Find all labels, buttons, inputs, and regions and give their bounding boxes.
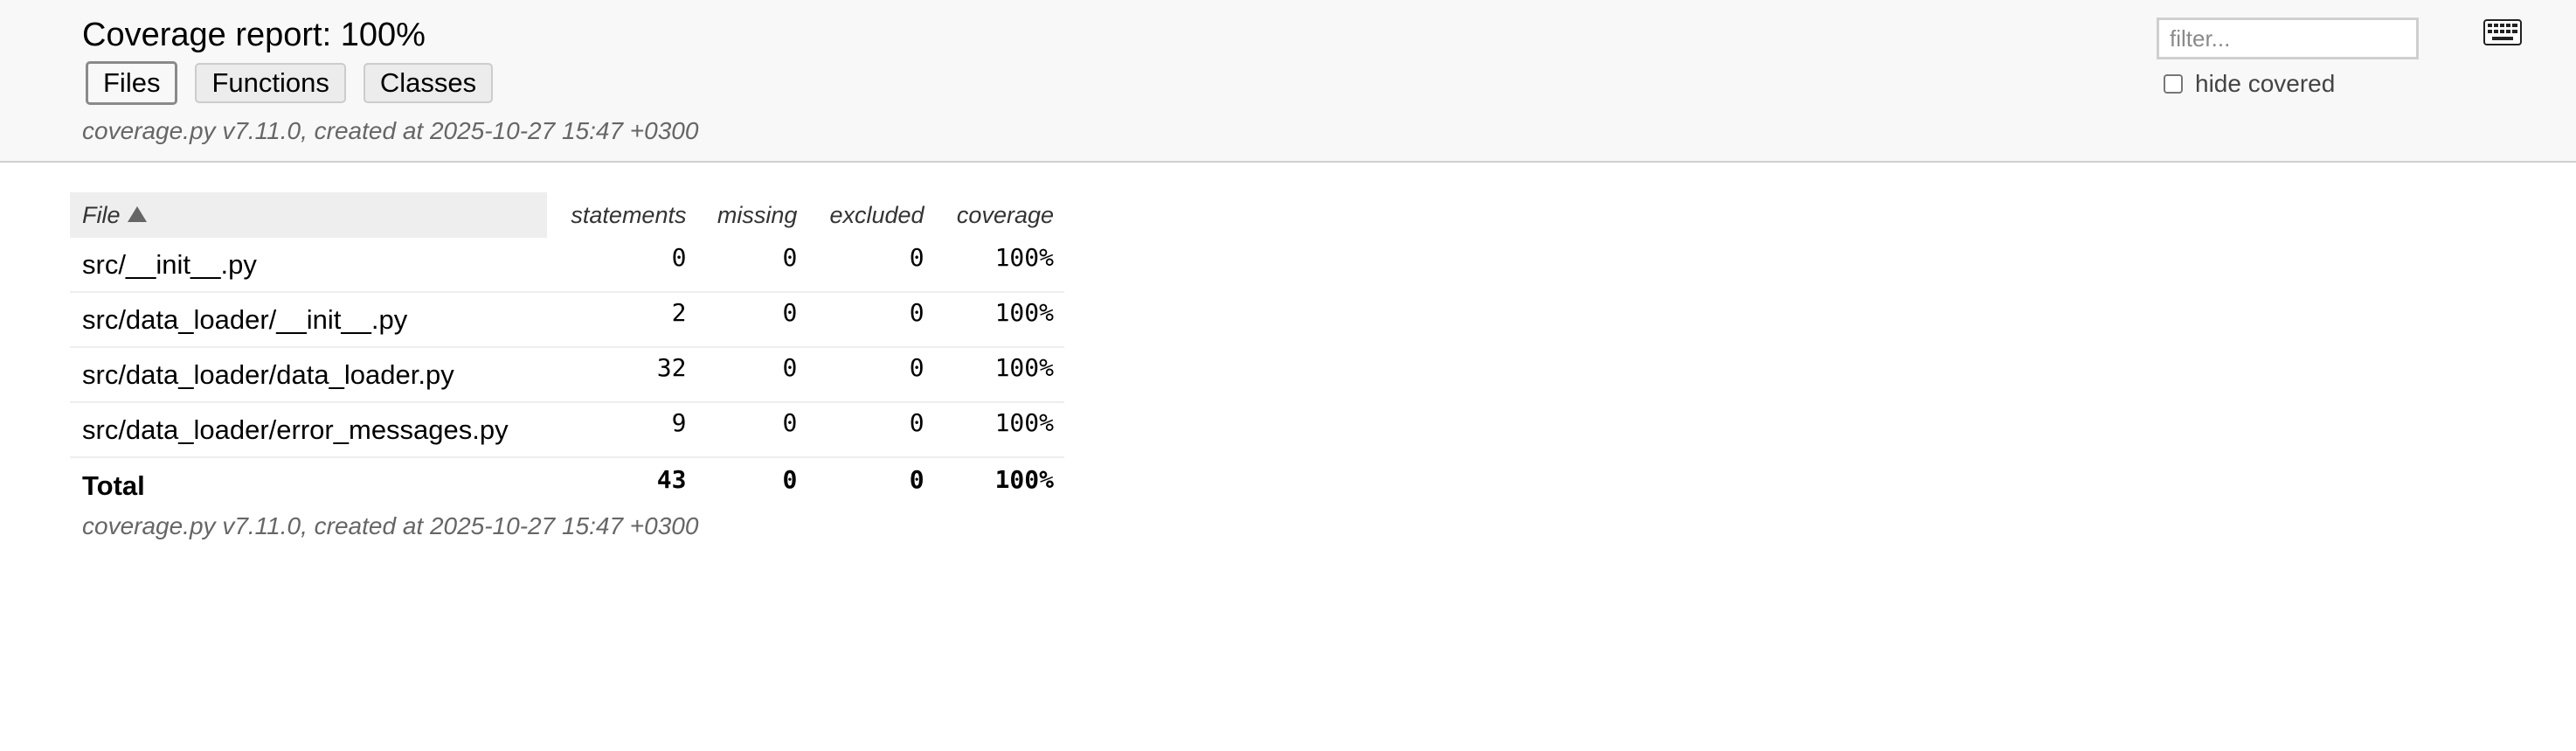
total-missing: 0: [782, 465, 798, 494]
excluded-cell: 0: [807, 238, 935, 293]
keyboard-icon[interactable]: [2483, 19, 2522, 45]
column-header-coverage[interactable]: coverage: [935, 192, 1064, 238]
file-link[interactable]: src/data_loader/data_loader.py: [70, 347, 547, 403]
column-header-file[interactable]: File: [70, 192, 547, 238]
total-row: Total 43 0 0 100%: [70, 457, 1064, 514]
sort-ascending-icon: [127, 206, 147, 223]
total-coverage: 100%: [994, 465, 1054, 494]
hide-covered-label: hide covered: [2195, 70, 2336, 97]
column-header-excluded[interactable]: excluded: [807, 192, 934, 238]
excluded-cell: 0: [807, 402, 935, 458]
column-header-missing[interactable]: missing: [696, 192, 807, 238]
header-meta-text: coverage.py v7.11.0, created at 2025-10-…: [82, 117, 699, 144]
coverage-cell: 100%: [934, 347, 1064, 403]
excluded-cell: 0: [807, 347, 935, 403]
table-row: src/data_loader/error_messages.py 9 0 0 …: [70, 402, 1064, 458]
view-tabs: Files Functions Classes: [86, 61, 494, 105]
table-header-row: File statements missing excluded coverag…: [70, 192, 1064, 238]
excluded-cell: 0: [807, 292, 935, 348]
table-row: src/__init__.py 0 0 0 100%: [70, 238, 1064, 293]
missing-cell: 0: [696, 292, 808, 348]
filter-input[interactable]: [2157, 17, 2419, 59]
coverage-cell: 100%: [934, 238, 1064, 293]
statements-cell: 2: [547, 292, 697, 348]
statements-cell: 32: [547, 347, 697, 403]
tab-files[interactable]: Files: [86, 61, 178, 105]
column-header-file-label: File: [82, 201, 121, 228]
missing-cell: 0: [696, 238, 808, 293]
file-link[interactable]: src/data_loader/error_messages.py: [70, 402, 547, 458]
missing-cell: 0: [696, 402, 808, 458]
statements-cell: 9: [547, 402, 697, 458]
report-header: Coverage report: 100% Files Functions Cl…: [0, 0, 2576, 163]
table-row: src/data_loader/__init__.py 2 0 0 100%: [70, 292, 1064, 348]
coverage-table: File statements missing excluded coverag…: [70, 192, 1064, 514]
coverage-cell: 100%: [934, 402, 1064, 458]
hide-covered-checkbox[interactable]: [2164, 74, 2183, 94]
hide-covered-toggle[interactable]: hide covered: [2164, 70, 2335, 98]
total-statements: 43: [656, 465, 687, 494]
tab-functions[interactable]: Functions: [195, 63, 346, 103]
total-excluded: 0: [909, 465, 924, 494]
footer-meta-text: coverage.py v7.11.0, created at 2025-10-…: [82, 512, 699, 539]
total-label: Total: [82, 470, 145, 501]
coverage-cell: 100%: [934, 292, 1064, 348]
missing-cell: 0: [696, 347, 808, 403]
tab-classes[interactable]: Classes: [363, 63, 494, 103]
file-link[interactable]: src/__init__.py: [70, 238, 547, 293]
statements-cell: 0: [547, 238, 697, 293]
table-row: src/data_loader/data_loader.py 32 0 0 10…: [70, 347, 1064, 403]
column-header-statements[interactable]: statements: [547, 192, 696, 238]
file-link[interactable]: src/data_loader/__init__.py: [70, 292, 547, 348]
page-title: Coverage report: 100%: [82, 17, 426, 53]
